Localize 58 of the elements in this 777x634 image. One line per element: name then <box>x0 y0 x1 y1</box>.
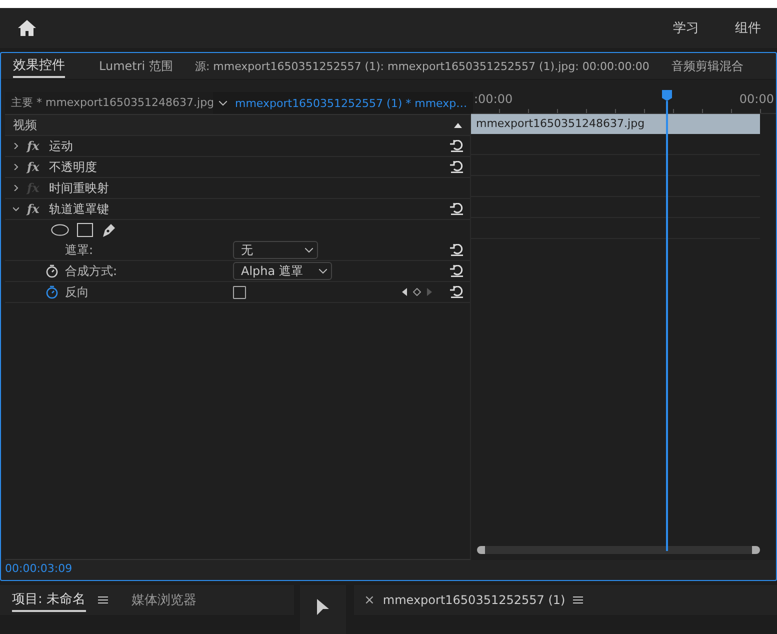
panel-tab[interactable]: 效果控件 <box>13 54 65 78</box>
chevron-right-icon[interactable] <box>13 164 19 170</box>
collapse-arrow-icon[interactable] <box>454 122 462 128</box>
parameter-label: 合成方式: <box>65 262 118 280</box>
fx-toggle[interactable]: fx <box>27 202 41 216</box>
panel-tab[interactable]: 项目: 未命名 <box>12 588 86 612</box>
fx-toggle[interactable]: fx <box>27 160 41 174</box>
panel-tab[interactable]: 源: mmexport1650351252557 (1): mmexport1650351252557 (1).jpg: 00:00:00:00 <box>194 56 650 76</box>
checkbox[interactable] <box>233 286 246 298</box>
panel-tab[interactable]: Lumetri 范围 <box>99 56 173 76</box>
parameter-label: 遮罩: <box>65 242 94 258</box>
ruler-time: 00:00 <box>739 92 774 106</box>
keyframe-icon[interactable] <box>413 288 421 296</box>
reset-icon[interactable] <box>450 140 464 152</box>
ruler-time: :00:00 <box>474 92 513 106</box>
dropdown[interactable]: 无 <box>233 241 318 259</box>
workspace-tab[interactable]: 组件 <box>715 19 769 37</box>
zoom-scrollbar[interactable] <box>477 546 760 554</box>
sequence-tab[interactable]: mmexport1650351252557 (1) <box>382 593 566 607</box>
timecode: 00:00:03:09 <box>4 561 74 577</box>
parameter-label: 反向 <box>65 284 89 300</box>
time-ruler[interactable]: :00:00 00:00 <box>471 92 776 114</box>
previous-keyframe-icon[interactable] <box>402 288 407 296</box>
panel-tab[interactable]: 音频剪辑混合 <box>671 56 744 76</box>
caret-icon <box>318 268 327 274</box>
caret-icon <box>305 248 313 252</box>
stopwatch-icon[interactable] <box>45 285 59 299</box>
section-label: 视频 <box>13 116 37 134</box>
pen-icon[interactable] <box>101 222 117 238</box>
selection-tool-icon[interactable] <box>317 599 329 615</box>
panel-tab[interactable]: 媒体浏览器 <box>132 589 197 611</box>
effect-name: 时间重映射 <box>49 180 109 196</box>
chevron-down-icon[interactable] <box>13 206 19 212</box>
reset-icon[interactable] <box>450 286 464 298</box>
caret-icon <box>219 100 227 106</box>
reset-icon[interactable] <box>450 161 464 173</box>
reset-icon[interactable] <box>450 265 464 277</box>
ellipse-icon[interactable] <box>51 224 69 236</box>
playhead-handle[interactable] <box>662 90 672 101</box>
clip-name: mmexport1650351252557 (1) * mmexp… <box>235 96 468 110</box>
effect-name: 运动 <box>49 138 73 154</box>
reset-icon[interactable] <box>450 203 464 215</box>
close-icon[interactable]: × <box>364 592 375 608</box>
effect-name: 不透明度 <box>49 158 97 176</box>
effect-name: 轨道遮罩键 <box>49 200 109 218</box>
stopwatch-icon[interactable] <box>45 264 59 278</box>
clip-selector[interactable]: mmexport1650351252557 (1) * mmexp… <box>213 92 474 114</box>
dropdown[interactable]: Alpha 遮罩 <box>233 262 332 280</box>
fx-toggle[interactable]: fx <box>27 139 41 153</box>
menu-icon[interactable] <box>573 596 584 604</box>
home-icon[interactable] <box>18 20 36 36</box>
workspace-tab[interactable]: 学习 <box>653 19 707 37</box>
chevron-right-icon[interactable] <box>13 185 19 191</box>
clip-bar[interactable]: mmexport1650351248637.jpg <box>471 114 760 134</box>
rectangle-icon[interactable] <box>77 223 93 237</box>
menu-icon[interactable] <box>98 596 108 604</box>
reset-icon[interactable] <box>450 244 464 256</box>
chevron-right-icon[interactable] <box>13 143 19 149</box>
